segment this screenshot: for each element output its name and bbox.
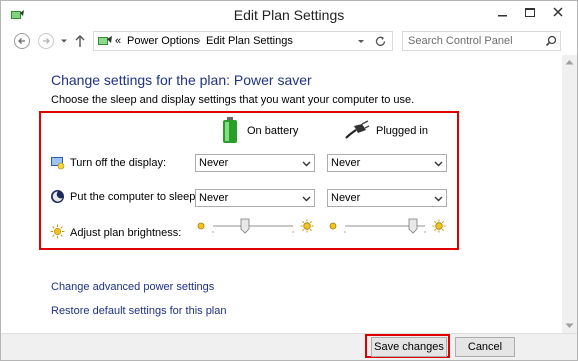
save-changes-button[interactable]: Save changes bbox=[371, 337, 447, 357]
bright-sun-icon bbox=[300, 219, 314, 233]
address-bar[interactable]: « Power Options › Edit Plan Settings bbox=[93, 31, 393, 51]
turn-off-display-label: Turn off the display: bbox=[70, 157, 166, 169]
search-input[interactable] bbox=[408, 34, 538, 48]
scroll-up-icon[interactable] bbox=[565, 59, 574, 65]
control-panel-icon bbox=[98, 36, 112, 45]
display-plugged-value: Never bbox=[331, 157, 361, 169]
page-description: Choose the sleep and display settings th… bbox=[51, 94, 415, 106]
search-icon[interactable] bbox=[545, 35, 557, 47]
brightness-battery-slider[interactable] bbox=[195, 217, 315, 237]
page-heading: Change settings for the plan: Power save… bbox=[51, 72, 312, 88]
sleep-moon-icon bbox=[51, 190, 64, 203]
chevron-down-icon bbox=[434, 161, 443, 167]
recent-pages-chevron-icon[interactable] bbox=[59, 32, 69, 50]
slider-thumb[interactable] bbox=[408, 218, 418, 234]
change-advanced-settings-link[interactable]: Change advanced power settings bbox=[51, 281, 214, 293]
computer-sleep-label: Put the computer to sleep: bbox=[70, 191, 199, 203]
slider-thumb[interactable] bbox=[240, 218, 250, 234]
battery-icon bbox=[223, 117, 237, 143]
search-box[interactable] bbox=[402, 31, 561, 51]
chevron-down-icon bbox=[302, 161, 311, 167]
back-arrow-icon[interactable] bbox=[13, 32, 31, 50]
chevron-down-icon bbox=[302, 196, 311, 202]
breadcrumb-edit-plan-settings[interactable]: Edit Plan Settings bbox=[206, 35, 293, 47]
brightness-sun-icon bbox=[50, 224, 65, 239]
restore-defaults-link[interactable]: Restore default settings for this plan bbox=[51, 305, 226, 317]
up-arrow-icon[interactable] bbox=[73, 32, 87, 50]
dim-sun-icon bbox=[197, 222, 205, 230]
title-bar: Edit Plan Settings bbox=[1, 1, 577, 29]
bright-sun-icon bbox=[432, 219, 446, 233]
maximize-icon[interactable] bbox=[517, 3, 543, 23]
address-dropdown-icon[interactable] bbox=[356, 36, 366, 46]
edit-plan-settings-window: Edit Plan Settings « Power Options › Edi… bbox=[0, 0, 578, 361]
adjust-brightness-label: Adjust plan brightness: bbox=[70, 227, 182, 239]
cancel-button[interactable]: Cancel bbox=[455, 337, 515, 357]
display-icon bbox=[51, 157, 65, 170]
brightness-plugged-slider[interactable] bbox=[327, 217, 447, 237]
chevron-down-icon bbox=[434, 196, 443, 202]
sleep-battery-select[interactable]: Never bbox=[195, 189, 315, 207]
column-on-battery: On battery bbox=[247, 125, 299, 137]
dim-sun-icon bbox=[329, 222, 337, 230]
vertical-scrollbar[interactable] bbox=[562, 55, 577, 333]
display-battery-value: Never bbox=[199, 157, 229, 169]
sleep-plugged-value: Never bbox=[331, 192, 361, 204]
forward-arrow-icon[interactable] bbox=[37, 32, 55, 50]
breadcrumb-power-options[interactable]: Power Options bbox=[127, 35, 199, 47]
display-plugged-select[interactable]: Never bbox=[327, 154, 447, 172]
power-plug-icon bbox=[345, 120, 370, 139]
minimize-icon[interactable] bbox=[489, 3, 515, 23]
close-icon[interactable] bbox=[545, 3, 571, 23]
display-battery-select[interactable]: Never bbox=[195, 154, 315, 172]
navigation-bar: « Power Options › Edit Plan Settings bbox=[1, 29, 577, 53]
sleep-plugged-select[interactable]: Never bbox=[327, 189, 447, 207]
breadcrumb-overflow[interactable]: « bbox=[115, 35, 121, 47]
refresh-icon[interactable] bbox=[374, 35, 387, 48]
sleep-battery-value: Never bbox=[199, 192, 229, 204]
column-plugged-in: Plugged in bbox=[376, 125, 428, 137]
breadcrumb-separator: › bbox=[197, 35, 201, 47]
scroll-down-icon[interactable] bbox=[565, 323, 574, 329]
